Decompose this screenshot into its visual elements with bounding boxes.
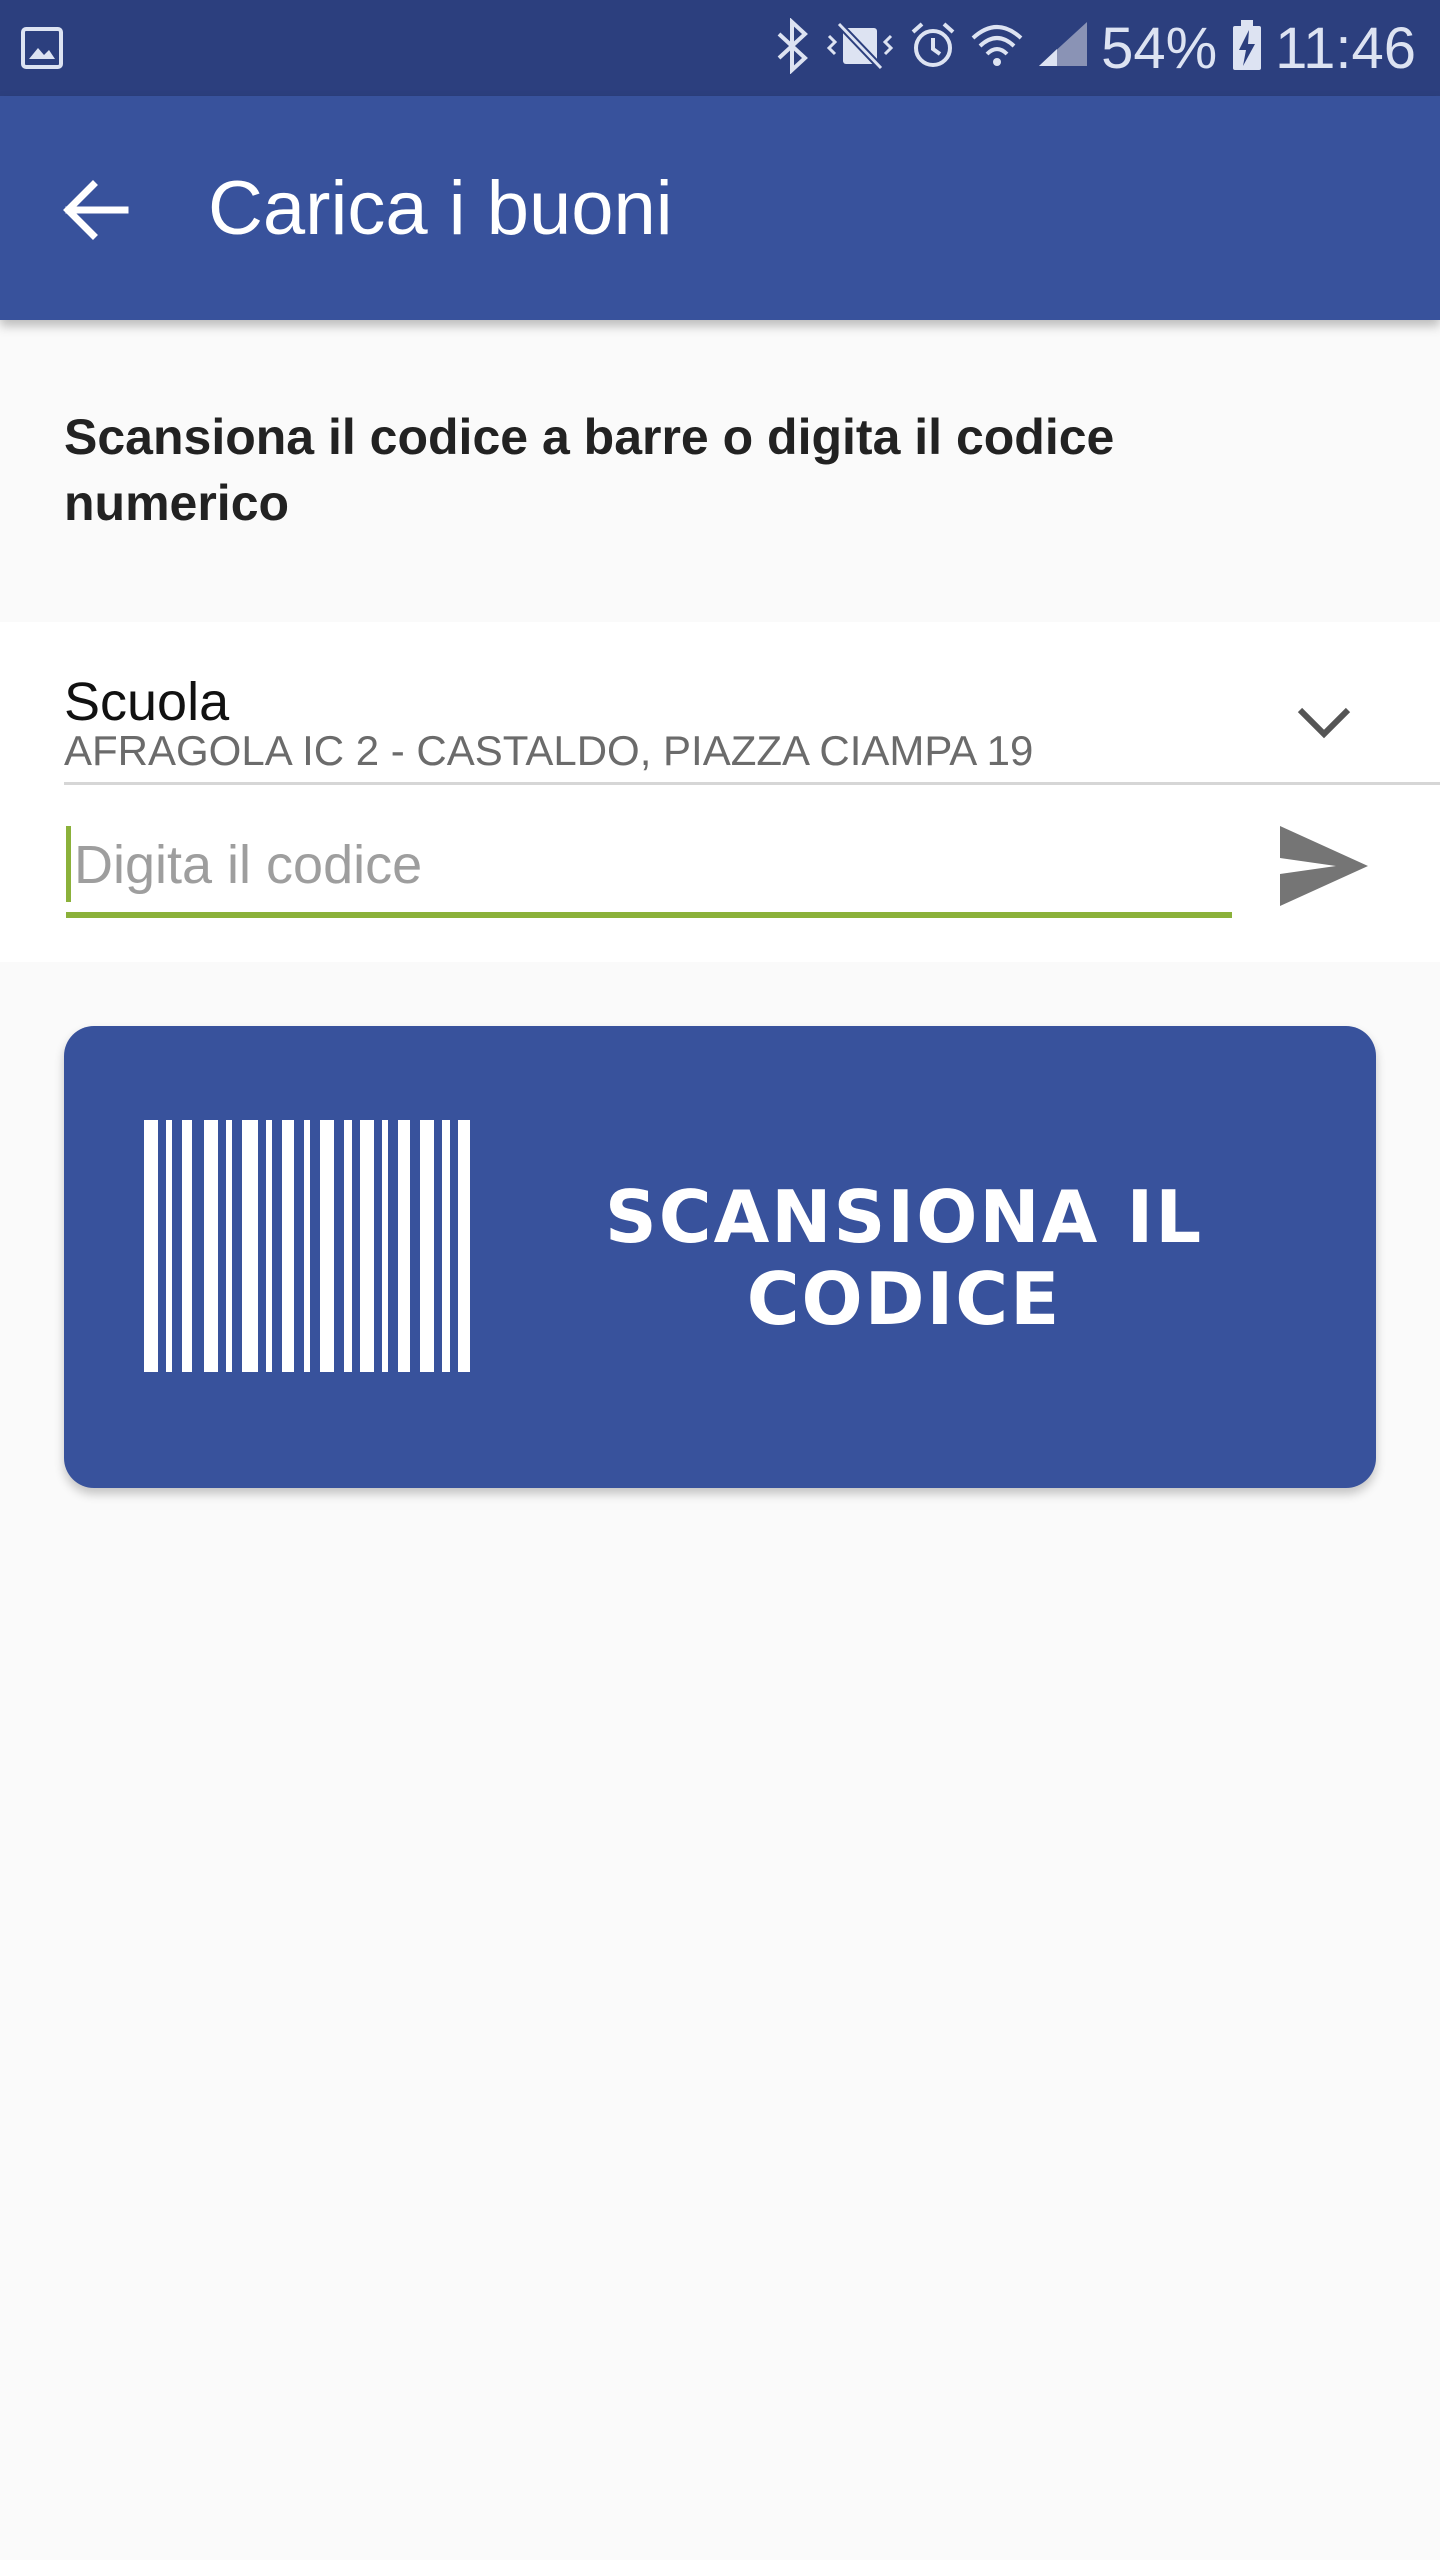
barcode-icon [144, 1120, 470, 1372]
battery-charging-icon [1231, 18, 1263, 79]
wifi-icon [971, 18, 1023, 79]
alarm-icon [909, 18, 957, 79]
scan-code-button[interactable]: SCANSIONA IL CODICE [64, 1026, 1376, 1488]
bluetooth-icon [775, 16, 811, 79]
select-divider [64, 782, 1440, 785]
code-input[interactable] [66, 820, 1232, 910]
gallery-icon [20, 26, 64, 70]
scan-code-button-label: SCANSIONA IL CODICE [604, 1175, 1204, 1341]
text-caret [66, 826, 71, 902]
instruction-text: Scansiona il codice a barre o digita il … [64, 409, 1115, 531]
input-underline [66, 912, 1232, 918]
vibrate-icon [825, 18, 895, 79]
status-icons: 54% 11:46 [761, 0, 1416, 96]
chevron-down-icon [1297, 707, 1351, 739]
code-input-wrap [66, 820, 1232, 918]
page-title: Carica i buoni [208, 166, 673, 251]
arrow-left-icon [63, 180, 129, 240]
screen: 54% 11:46 Carica i buoni Scansiona il co… [0, 0, 1440, 2560]
school-select[interactable]: Scuola AFRAGOLA IC 2 - CASTALDO, PIAZZA … [64, 642, 1440, 802]
battery-percent: 54% [1101, 15, 1218, 81]
back-button[interactable] [48, 162, 144, 258]
signal-icon [1037, 18, 1089, 79]
send-icon [1280, 826, 1368, 906]
clock: 11:46 [1275, 15, 1416, 81]
school-select-label: Scuola [64, 672, 230, 732]
app-bar: Carica i buoni [0, 96, 1440, 320]
form-card: Scuola AFRAGOLA IC 2 - CASTALDO, PIAZZA … [0, 622, 1440, 962]
status-bar: 54% 11:46 [0, 0, 1440, 96]
send-button[interactable] [1272, 818, 1376, 914]
school-select-value: AFRAGOLA IC 2 - CASTALDO, PIAZZA CIAMPA … [64, 727, 1034, 774]
